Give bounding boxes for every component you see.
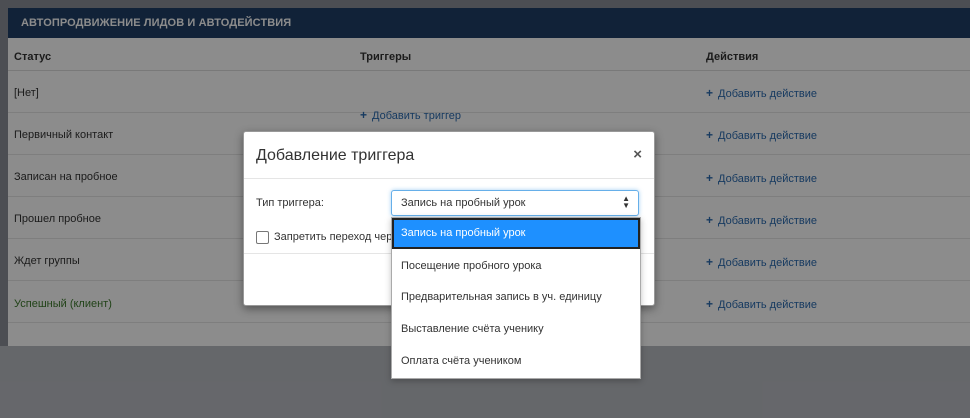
- trigger-option-invoice-paid[interactable]: Оплата счёта учеником: [392, 346, 640, 377]
- trigger-type-select[interactable]: Запись на пробный урок ▲ ▼: [391, 190, 639, 216]
- trigger-type-value: Запись на пробный урок: [401, 197, 526, 209]
- select-arrows-icon: ▲ ▼: [622, 194, 630, 210]
- block-transition-checkbox[interactable]: [256, 231, 269, 244]
- close-icon[interactable]: ×: [633, 146, 642, 163]
- trigger-option-trial-attendance[interactable]: Посещение пробного урока: [392, 251, 640, 282]
- dialog-header-divider: [244, 178, 654, 179]
- block-transition-label: Запретить переход через: [274, 231, 391, 243]
- trigger-option-trial-booking[interactable]: Запись на пробный урок: [392, 218, 640, 249]
- dialog-title: Добавление триггера: [256, 147, 415, 164]
- trigger-type-label: Тип триггера:: [256, 197, 324, 209]
- trigger-option-invoice-issued[interactable]: Выставление счёта ученику: [392, 314, 640, 345]
- trigger-type-dropdown: Запись на пробный урок Посещение пробног…: [391, 217, 641, 379]
- trigger-option-pre-enrollment[interactable]: Предварительная запись в уч. единицу: [392, 282, 640, 313]
